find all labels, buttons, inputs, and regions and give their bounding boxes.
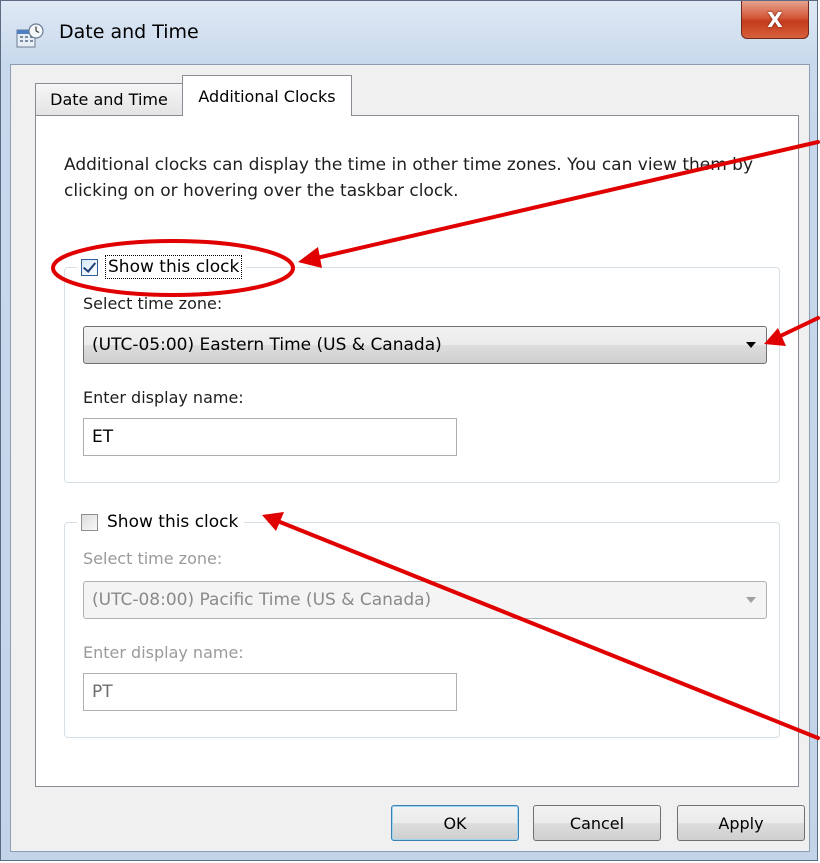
cancel-button[interactable]: Cancel xyxy=(533,805,661,841)
show-clock-1-checkbox[interactable] xyxy=(81,258,98,276)
dialog-client-area: Date and Time Additional Clocks Addition… xyxy=(10,64,810,852)
show-clock-2-label[interactable]: Show this clock xyxy=(107,512,238,532)
date-and-time-window: Date and Time X Date and Time Additional… xyxy=(0,0,818,861)
clock-group-1: Show this clock Select time zone: (UTC-0… xyxy=(64,254,780,483)
timezone-1-select[interactable]: (UTC-05:00) Eastern Time (US & Canada) xyxy=(83,326,767,364)
show-clock-2-checkbox[interactable] xyxy=(81,513,98,531)
display-name-1-value: ET xyxy=(92,427,114,447)
window-title: Date and Time xyxy=(59,21,199,43)
chevron-down-icon xyxy=(746,597,756,603)
date-time-control-panel-icon xyxy=(16,23,44,48)
display-name-2-value: PT xyxy=(92,682,113,702)
display-name-1-input[interactable]: ET xyxy=(83,418,457,456)
tab-additional-clocks[interactable]: Additional Clocks xyxy=(182,75,352,116)
ok-button[interactable]: OK xyxy=(391,805,519,841)
display-name-2-input: PT xyxy=(83,673,457,711)
display-name-2-label: Enter display name: xyxy=(83,643,244,662)
intro-text: Additional clocks can display the time i… xyxy=(64,155,754,201)
close-button[interactable]: X xyxy=(741,1,809,39)
tab-label: Date and Time xyxy=(50,90,168,109)
apply-button[interactable]: Apply xyxy=(677,805,805,841)
clock-group-2: Show this clock Select time zone: (UTC-0… xyxy=(64,509,780,738)
title-bar[interactable]: Date and Time X xyxy=(1,1,819,65)
show-clock-1-label[interactable]: Show this clock xyxy=(104,255,243,279)
timezone-1-label: Select time zone: xyxy=(83,294,223,313)
tab-label: Additional Clocks xyxy=(198,86,336,106)
apply-button-label: Apply xyxy=(718,813,764,833)
chevron-down-icon xyxy=(746,342,756,348)
additional-clocks-panel: Additional clocks can display the time i… xyxy=(35,115,799,787)
show-clock-1-toggle[interactable]: Show this clock xyxy=(77,254,247,280)
tab-date-and-time[interactable]: Date and Time xyxy=(35,83,183,115)
close-icon: X xyxy=(767,7,783,32)
timezone-2-select: (UTC-08:00) Pacific Time (US & Canada) xyxy=(83,581,767,619)
display-name-1-label: Enter display name: xyxy=(83,388,244,407)
cancel-button-label: Cancel xyxy=(569,813,625,833)
timezone-2-label: Select time zone: xyxy=(83,549,223,568)
show-clock-2-toggle[interactable]: Show this clock xyxy=(77,509,245,535)
ok-button-label: OK xyxy=(443,813,467,833)
timezone-2-value: (UTC-08:00) Pacific Time (US & Canada) xyxy=(92,590,432,610)
timezone-1-value: (UTC-05:00) Eastern Time (US & Canada) xyxy=(92,335,442,355)
